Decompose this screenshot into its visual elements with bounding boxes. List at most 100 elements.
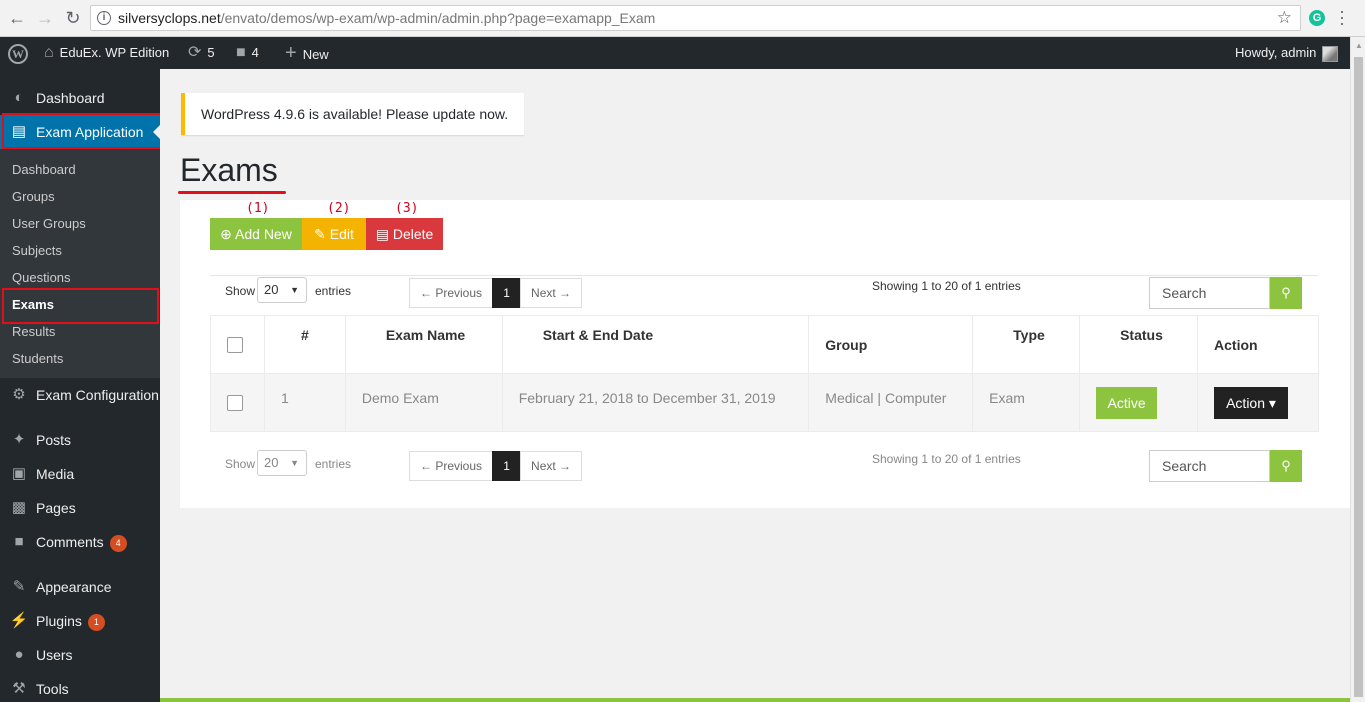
paintbrush-icon: ✎	[12, 578, 26, 595]
pagination-top: ← Previous 1 Next →	[409, 278, 583, 308]
back-arrow-icon[interactable]: ←	[6, 7, 28, 29]
previous-button[interactable]: ← Previous	[409, 451, 494, 481]
comments-badge: 4	[109, 535, 127, 552]
row-checkbox[interactable]	[227, 395, 243, 412]
page-scrollbar[interactable]: ▲	[1350, 37, 1365, 702]
site-name-link[interactable]: ⌂ EduEx. WP Edition	[44, 37, 169, 69]
cell-number: 1	[263, 373, 346, 432]
header-action: Action	[1197, 315, 1319, 374]
menu-plugins[interactable]: ⚡ Plugins 1	[0, 604, 160, 638]
menu-label: Media	[36, 466, 75, 482]
header-type[interactable]: Type	[972, 315, 1081, 374]
header-start-end-date[interactable]: Start & End Date	[501, 315, 810, 374]
table-row: 1 Demo Exam February 21, 2018 to Decembe…	[210, 373, 1319, 432]
menu-posts[interactable]: ✦ Posts	[0, 423, 160, 457]
show-label: Show	[225, 284, 256, 298]
grammarly-extension-icon[interactable]: G	[1309, 10, 1325, 26]
entries-select-bottom[interactable]: 20 ▼	[257, 450, 307, 476]
browser-menu-icon[interactable]: · · ·	[1339, 2, 1345, 32]
menu-label: Posts	[36, 432, 72, 448]
search-button-bottom[interactable]: ⚲	[1270, 450, 1302, 482]
comments-link[interactable]: ■ 4	[236, 37, 259, 69]
bookmark-star-icon[interactable]: ☆	[1277, 8, 1292, 28]
menu-tools[interactable]: ⚒ Tools	[0, 672, 160, 702]
next-button[interactable]: Next →	[520, 451, 583, 481]
submenu-dashboard[interactable]: Dashboard	[0, 156, 160, 183]
search-input[interactable]: Search	[1149, 277, 1270, 309]
my-account-link[interactable]: Howdy, admin	[1235, 37, 1339, 69]
menu-media[interactable]: ▣ Media	[0, 457, 160, 491]
browser-toolbar: ← → ↻ i silversyclops.net/envato/demos/w…	[0, 0, 1365, 37]
submenu-user-groups[interactable]: User Groups	[0, 210, 160, 237]
plus-circle-icon: ⊕	[220, 226, 236, 242]
divider	[210, 275, 1318, 276]
admin-bar: W ⌂ EduEx. WP Edition ⟳ 5 ■ 4 + New Howdy, a…	[0, 37, 1365, 69]
header-status[interactable]: Status	[1079, 315, 1199, 374]
url-text: silversyclops.net/envato/demos/wp-exam/w…	[118, 10, 655, 26]
edit-label: Edit	[329, 226, 354, 242]
search-input-bottom[interactable]: Search	[1149, 450, 1270, 482]
menu-dashboard[interactable]: ◐ Dashboard	[0, 81, 160, 115]
menu-label: Tools	[36, 681, 69, 697]
url-path: /envato/demos/wp-exam/wp-admin/admin.php…	[220, 10, 656, 26]
menu-label: Plugins	[36, 613, 82, 629]
new-content-link[interactable]: + New	[285, 37, 329, 69]
page-1-button[interactable]: 1	[492, 451, 522, 481]
annotation-2: (2)	[327, 201, 351, 216]
page-1-button[interactable]: 1	[492, 278, 522, 308]
gear-icon: ⚙	[12, 386, 26, 403]
updates-icon: ⟳	[188, 44, 202, 61]
admin-sidebar: ◐ Dashboard ▤ Exam Application Dashboard…	[0, 69, 160, 702]
add-new-button[interactable]: ⊕ Add New	[210, 218, 302, 250]
header-group[interactable]: Group	[808, 315, 974, 374]
delete-button[interactable]: ▤ Delete	[366, 218, 443, 250]
users-icon: ●	[14, 646, 24, 663]
menu-appearance[interactable]: ✎ Appearance	[0, 570, 160, 604]
updates-link[interactable]: ⟳ 5	[188, 37, 215, 69]
cell-dates: February 21, 2018 to December 31, 2019	[501, 373, 810, 432]
menu-exam-configuration[interactable]: ⚙ Exam Configuration	[0, 378, 160, 412]
info-icon[interactable]: i	[97, 11, 111, 25]
edit-icon: ✎	[314, 226, 330, 242]
submenu-subjects[interactable]: Subjects	[0, 237, 160, 264]
menu-pages[interactable]: ▩ Pages	[0, 491, 160, 525]
header-number[interactable]: #	[263, 315, 346, 374]
menu-users[interactable]: ● Users	[0, 638, 160, 672]
add-new-label: Add New	[235, 226, 292, 242]
submenu-groups[interactable]: Groups	[0, 183, 160, 210]
entries-value: 20	[264, 282, 279, 297]
cell-status: Active	[1079, 373, 1199, 432]
submenu-questions[interactable]: Questions	[0, 264, 160, 291]
address-bar[interactable]: i silversyclops.net/envato/demos/wp-exam…	[90, 5, 1301, 31]
cell-exam-name: Demo Exam	[344, 373, 503, 432]
annotation-3: (3)	[395, 201, 419, 216]
entries-label-bottom: entries	[315, 457, 352, 471]
action-dropdown-button[interactable]: Action ▾	[1214, 386, 1289, 419]
wordpress-logo-icon[interactable]: W	[8, 37, 28, 69]
search-button[interactable]: ⚲	[1270, 277, 1302, 309]
header-exam-name[interactable]: Exam Name	[344, 315, 503, 374]
entries-label: entries	[315, 284, 352, 298]
entries-select[interactable]: 20 ▼	[257, 277, 307, 303]
menu-comments[interactable]: ■ Comments 4	[0, 525, 160, 559]
submenu-students[interactable]: Students	[0, 345, 160, 372]
next-button[interactable]: Next →	[520, 278, 583, 308]
main-content: WordPress 4.9.6 is available! Please upd…	[160, 69, 1350, 702]
comments-count: 4	[251, 45, 259, 60]
home-icon: ⌂	[44, 44, 54, 61]
select-all-checkbox[interactable]	[227, 337, 243, 354]
edit-button[interactable]: ✎ Edit	[302, 218, 366, 250]
annotation-1: (1)	[246, 201, 270, 216]
url-host: silversyclops.net	[118, 10, 221, 26]
pagination-bottom: ← Previous 1 Next →	[409, 451, 583, 481]
previous-button[interactable]: ← Previous	[409, 278, 494, 308]
forward-arrow-icon[interactable]: →	[34, 7, 56, 29]
search-icon: ⚲	[1281, 285, 1291, 300]
exams-table: # Exam Name Start & End Date Group Type …	[210, 315, 1319, 432]
reload-icon[interactable]: ↻	[62, 7, 84, 29]
status-badge: Active	[1096, 386, 1158, 419]
show-label-bottom: Show	[225, 457, 256, 471]
howdy-label: Howdy, admin	[1235, 45, 1317, 60]
scroll-up-arrow-icon[interactable]: ▲	[1355, 41, 1363, 50]
scrollbar-thumb[interactable]	[1354, 57, 1363, 697]
